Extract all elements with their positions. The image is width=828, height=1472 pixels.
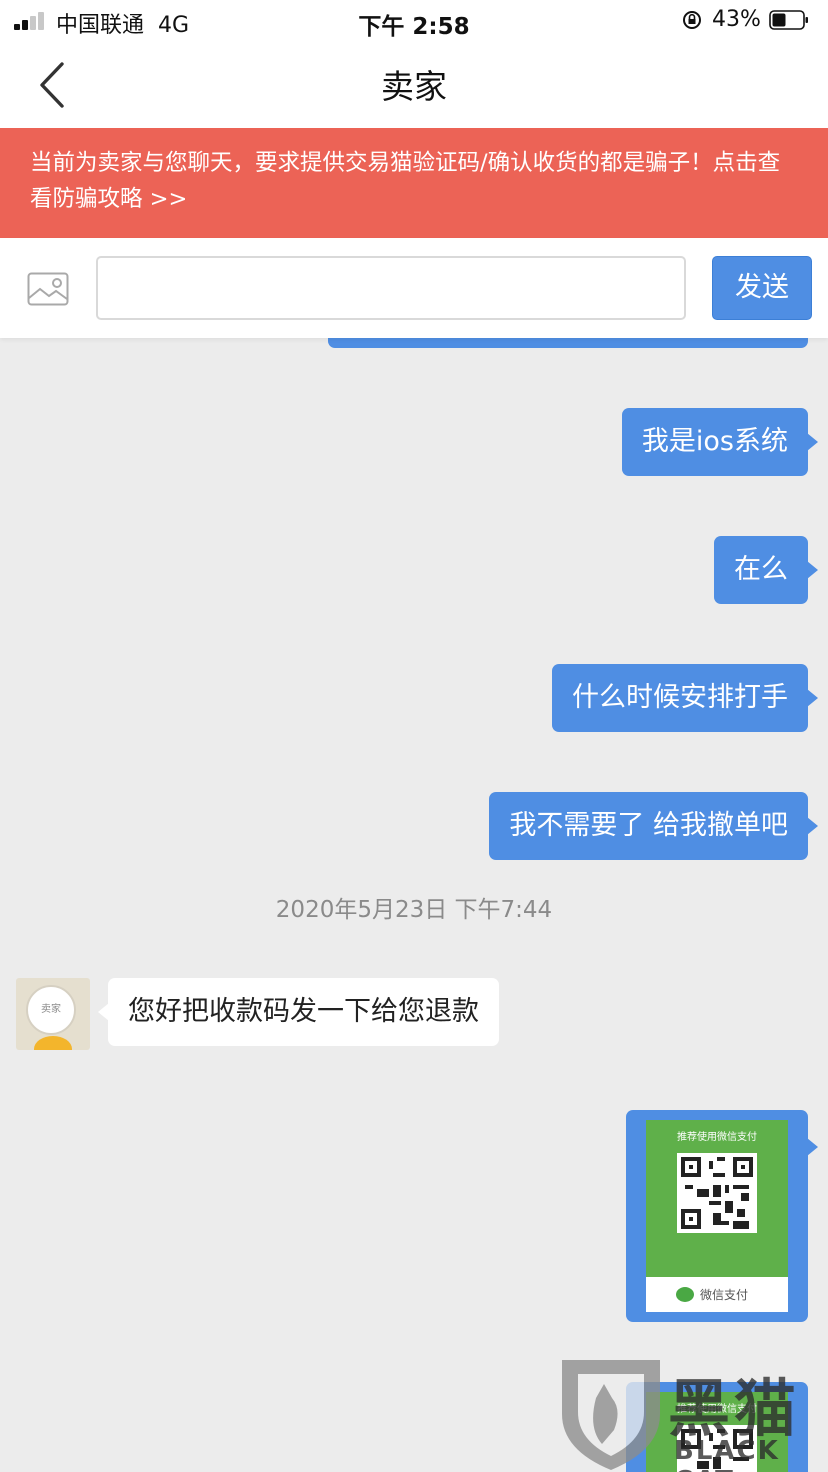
watermark-text-zh: 黑猫 — [668, 1372, 801, 1445]
message-bubble-outgoing[interactable]: 我不需要了 给我撤单吧 — [489, 792, 818, 860]
anti-fraud-warning-banner[interactable]: 当前为卖家与您聊天，要求提供交易猫验证码/确认收货的都是骗子！点击查看防骗攻略 … — [0, 128, 828, 238]
status-bar: 中国联通 4G 下午 2:58 43% — [0, 0, 828, 42]
seller-avatar[interactable]: 卖家 — [16, 978, 90, 1050]
watermark-text-en: BLACK CAT — [674, 1436, 780, 1472]
shield-cat-logo-icon — [562, 1360, 660, 1470]
wechat-pay-icon — [676, 1287, 694, 1302]
send-image-button[interactable] — [27, 272, 69, 306]
image-icon — [27, 272, 69, 306]
navigation-bar: 卖家 — [0, 42, 828, 128]
message-bubble-outgoing[interactable]: 我是ios系统 — [621, 408, 819, 476]
image-message[interactable]: 推荐使用微信支付 微信支付 — [626, 1110, 818, 1322]
qr-card-footer: 微信支付 — [646, 1277, 788, 1312]
send-button[interactable]: 发送 — [712, 256, 812, 320]
message-bubble-outgoing[interactable]: 什么时候安排打手 — [552, 664, 818, 732]
qr-card-title: 推荐使用微信支付 — [677, 1132, 757, 1143]
message-timestamp: 2020年5月23日 下午7:44 — [275, 897, 553, 923]
battery-icon — [769, 10, 808, 30]
qr-card-footer-label: 微信支付 — [700, 1288, 749, 1302]
wechat-pay-qr-card: 推荐使用微信支付 微信支付 — [646, 1120, 788, 1312]
black-cat-watermark: 黑猫 BLACK CAT — [556, 1354, 828, 1472]
message-bubble-incoming[interactable]: 您好把收款码发一下给您退款 — [98, 978, 499, 1046]
message-composer: 发送 — [0, 238, 828, 338]
avatar-label: 卖家 — [26, 985, 76, 1035]
message-input[interactable] — [96, 256, 686, 320]
battery-percent: 43% — [712, 7, 761, 32]
clock: 下午 2:58 — [358, 14, 470, 40]
chat-messages[interactable]: 我是ios系统 在么 什么时候安排打手 我不需要了 给我撤单吧 2020年5月2… — [0, 338, 828, 1472]
rotation-lock-icon — [683, 11, 701, 29]
qr-code-icon — [677, 1153, 757, 1233]
page-title: 卖家 — [381, 67, 447, 106]
message-bubble-partial — [328, 338, 808, 348]
avatar-body — [34, 1036, 72, 1050]
message-bubble-outgoing[interactable]: 在么 — [714, 536, 818, 604]
